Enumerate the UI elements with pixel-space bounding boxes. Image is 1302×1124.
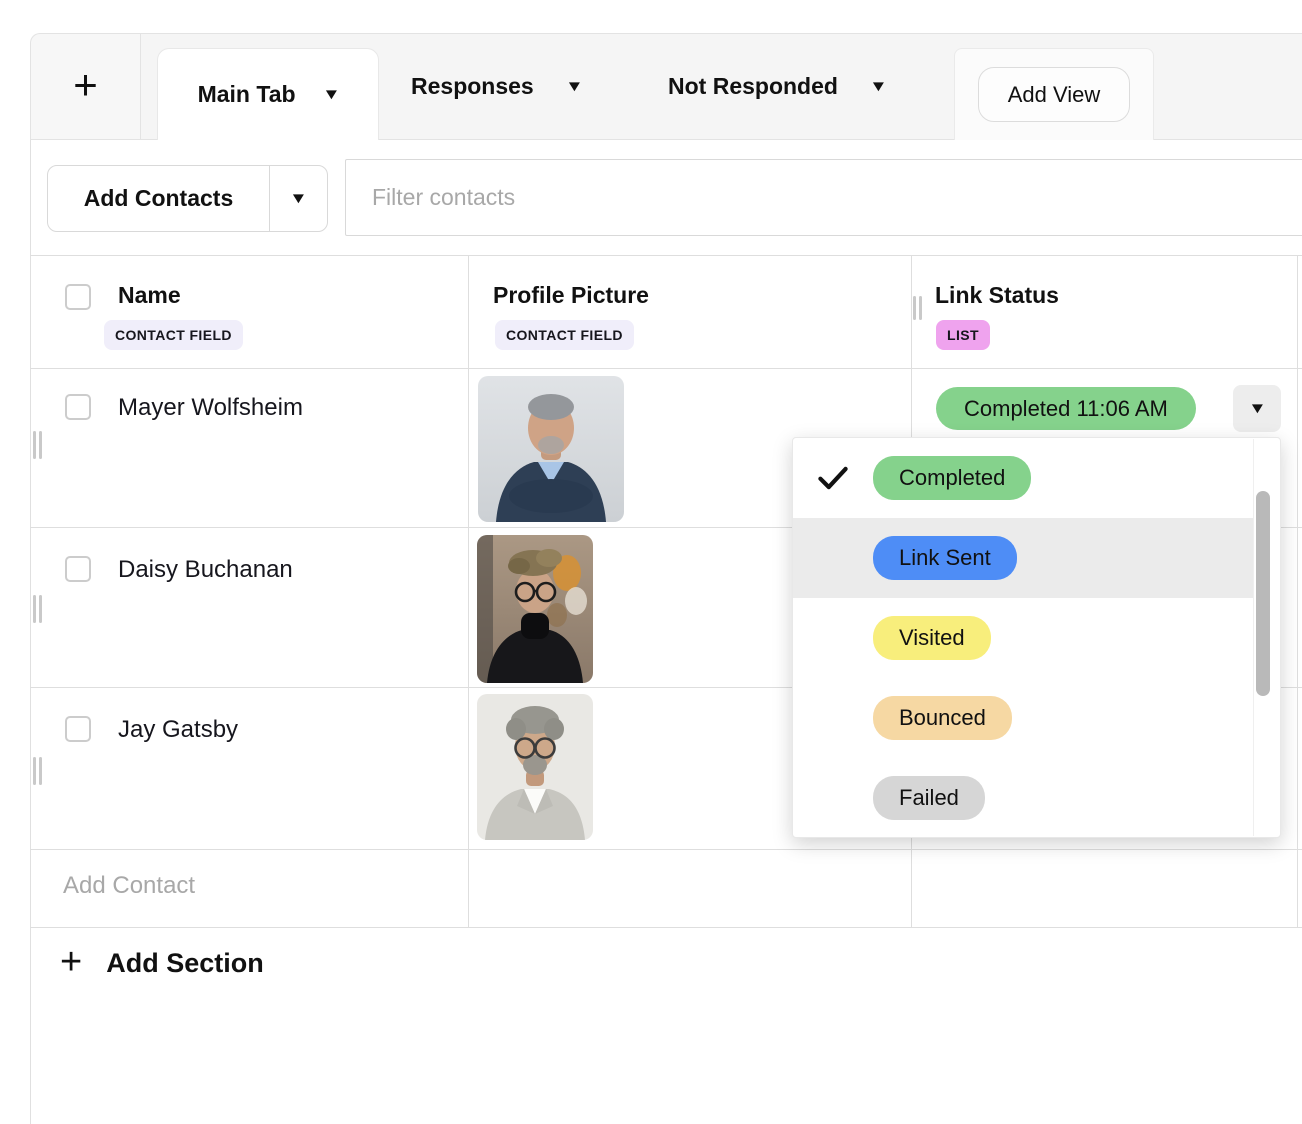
status-pill: Link Sent [873,536,1017,580]
column-header-profile-picture[interactable]: Profile Picture [493,282,649,309]
tab-label: Responses [411,73,534,100]
profile-photo-cell[interactable] [477,694,593,840]
status-pill: Visited [873,616,991,660]
scrollbar-thumb[interactable] [1256,491,1270,696]
link-status-dropdown-menu: Completed Link Sent Visited Bounced Fail… [792,437,1281,838]
column-type-badge: CONTACT FIELD [104,320,243,350]
avatar-man-navy-suit [478,376,624,522]
add-section-label: Add Section [106,948,264,979]
tab-bar: + Main Tab ▼ Responses ▼ Not Responded ▼… [30,33,1302,140]
column-divider[interactable] [468,255,469,927]
select-all-checkbox[interactable] [65,284,91,310]
drag-handle-icon[interactable] [33,595,42,623]
status-option-failed[interactable]: Failed [793,758,1253,838]
add-view-panel: Add View [954,48,1154,140]
contact-name-cell[interactable]: Mayer Wolfsheim [118,394,303,422]
caret-down-icon: ▼ [289,191,308,206]
caret-down-icon[interactable]: ▼ [565,79,584,94]
caret-down-icon: ▼ [1248,401,1267,416]
drag-handle-icon[interactable] [33,757,42,785]
link-status-pill[interactable]: Completed 11:06 AM [936,387,1196,430]
tab-label: Not Responded [668,73,838,100]
page-left-border [30,140,31,1124]
profile-photo-cell[interactable] [477,535,593,683]
caret-down-icon[interactable]: ▼ [322,87,341,102]
profile-photo-cell[interactable] [478,376,624,522]
add-tab-button[interactable]: + [31,34,141,139]
link-status-dropdown-button[interactable]: ▼ [1233,385,1281,432]
add-section-button[interactable]: + Add Section [60,946,264,981]
row-checkbox[interactable] [65,716,91,742]
table-bottom-border [30,927,1302,928]
contact-name-cell[interactable]: Daisy Buchanan [118,556,293,584]
column-type-badge: CONTACT FIELD [495,320,634,350]
status-pill: Bounced [873,696,1012,740]
status-option-bounced[interactable]: Bounced [793,678,1253,758]
tab-main-tab[interactable]: Main Tab ▼ [157,48,379,140]
row-checkbox[interactable] [65,394,91,420]
add-contacts-label: Add Contacts [48,166,269,231]
avatar-woman-black-turtleneck [477,535,593,683]
tab-not-responded[interactable]: Not Responded ▼ [668,34,886,139]
row-divider [30,849,1302,850]
check-icon [816,464,873,492]
avatar-man-light-plaid-suit [477,694,593,840]
plus-icon: + [60,943,82,981]
add-contact-row[interactable]: Add Contact [63,872,195,900]
contacts-table-screen: + Main Tab ▼ Responses ▼ Not Responded ▼… [0,0,1302,1124]
drag-handle-icon[interactable] [33,431,42,459]
tab-responses[interactable]: Responses ▼ [411,34,582,139]
add-contacts-button[interactable]: Add Contacts ▼ [47,165,328,232]
column-header-link-status[interactable]: Link Status [935,282,1059,309]
add-contacts-menu-button[interactable]: ▼ [270,166,327,231]
status-option-visited[interactable]: Visited [793,598,1253,678]
status-pill: Failed [873,776,985,820]
column-type-badge: LIST [936,320,990,350]
column-header-name[interactable]: Name [118,282,181,309]
status-option-completed[interactable]: Completed [793,438,1253,518]
caret-down-icon[interactable]: ▼ [869,79,888,94]
filter-contacts-input[interactable] [345,159,1302,236]
add-view-button[interactable]: Add View [978,67,1130,122]
drag-handle-icon[interactable] [913,296,922,320]
plus-icon: + [73,64,98,106]
status-option-link-sent[interactable]: Link Sent [793,518,1253,598]
contact-name-cell[interactable]: Jay Gatsby [118,716,238,744]
scrollbar-track [1253,439,1254,836]
status-pill: Completed [873,456,1031,500]
column-divider [1297,255,1298,927]
row-checkbox[interactable] [65,556,91,582]
tab-label: Main Tab [198,81,296,108]
table-border [30,255,1302,256]
row-divider [30,368,1302,369]
